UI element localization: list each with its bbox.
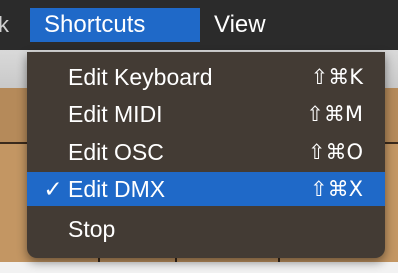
menu-item-label: Edit MIDI: [68, 101, 163, 127]
menu-item-edit-keyboard[interactable]: Edit Keyboard ⇧⌘K: [27, 60, 385, 94]
menu-item-label: Edit DMX: [68, 176, 166, 202]
menu-shortcuts[interactable]: Shortcuts: [30, 8, 200, 42]
shortcuts-dropdown: Edit Keyboard ⇧⌘K Edit MIDI ⇧⌘M Edit OSC…: [27, 52, 385, 258]
app-bottom-strip: [0, 262, 398, 273]
menu-bar: k Shortcuts View: [0, 0, 398, 50]
menu-item-shortcut: ⇧⌘M: [306, 102, 363, 126]
menu-item-label: Edit Keyboard: [68, 64, 213, 90]
menu-item-shortcut: ⇧⌘X: [310, 177, 363, 201]
menu-item-shortcut: ⇧⌘K: [310, 65, 363, 89]
checkmark-icon: ✓: [43, 176, 63, 202]
menu-view-label: View: [214, 11, 266, 38]
menubar-item-cut-off[interactable]: k: [0, 10, 9, 40]
menu-item-stop[interactable]: Stop: [27, 212, 385, 246]
menu-item-edit-dmx[interactable]: ✓ Edit DMX ⇧⌘X: [27, 172, 385, 206]
menu-view[interactable]: View: [200, 8, 292, 42]
menu-item-edit-midi[interactable]: Edit MIDI ⇧⌘M: [27, 97, 385, 131]
menu-item-label: Edit OSC: [68, 139, 164, 165]
menu-item-label: Stop: [68, 216, 116, 242]
menu-item-shortcut: ⇧⌘O: [307, 140, 363, 164]
menu-item-edit-osc[interactable]: Edit OSC ⇧⌘O: [27, 135, 385, 169]
menu-shortcuts-label: Shortcuts: [44, 11, 146, 38]
